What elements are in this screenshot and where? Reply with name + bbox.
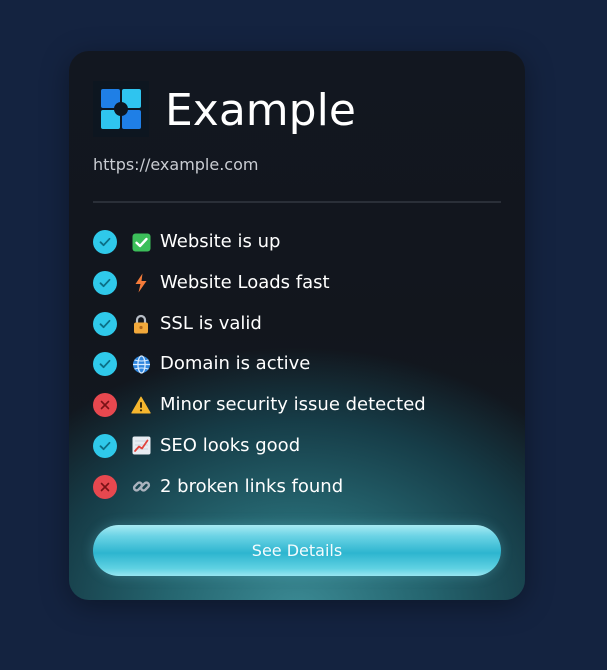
- see-details-button[interactable]: See Details: [93, 525, 501, 576]
- x-icon: [93, 393, 117, 418]
- x-icon: [93, 474, 117, 499]
- site-status-card: Example https://example.com Website is u…: [69, 51, 525, 600]
- check-box-icon: [131, 232, 151, 252]
- check-label: SEO looks good: [160, 434, 301, 456]
- check-label: Minor security issue detected: [160, 394, 426, 416]
- check-label: SSL is valid: [160, 312, 262, 334]
- check-item-links: 2 broken links found: [93, 474, 426, 499]
- check-icon: [93, 230, 117, 254]
- site-url: https://example.com: [93, 155, 259, 174]
- chart-up-icon: [131, 436, 151, 456]
- check-icon: [93, 311, 117, 336]
- check-item-seo: SEO looks good: [93, 433, 426, 458]
- check-item-security: Minor security issue detected: [93, 393, 426, 418]
- warning-icon: [131, 395, 151, 415]
- check-item-website-up: Website is up: [93, 230, 426, 254]
- check-item-ssl: SSL is valid: [93, 311, 426, 336]
- site-logo: [93, 81, 149, 137]
- site-name: Example: [165, 85, 356, 136]
- check-label: Website Loads fast: [160, 271, 330, 293]
- lock-icon: [131, 314, 151, 334]
- check-label: 2 broken links found: [160, 475, 344, 497]
- divider: [93, 201, 501, 203]
- check-item-loads-fast: Website Loads fast: [93, 270, 426, 295]
- check-label: Domain is active: [160, 353, 311, 375]
- check-label: Website is up: [160, 231, 281, 252]
- globe-icon: [131, 354, 151, 374]
- link-icon: [131, 477, 151, 497]
- check-icon: [93, 352, 117, 377]
- check-icon: [93, 270, 117, 295]
- lightning-icon: [131, 273, 151, 293]
- checks-list: Website is up Website Loads fast SSL is …: [93, 230, 426, 516]
- check-item-domain: Domain is active: [93, 352, 426, 377]
- grid-logo-icon: [101, 89, 141, 129]
- check-icon: [93, 433, 117, 458]
